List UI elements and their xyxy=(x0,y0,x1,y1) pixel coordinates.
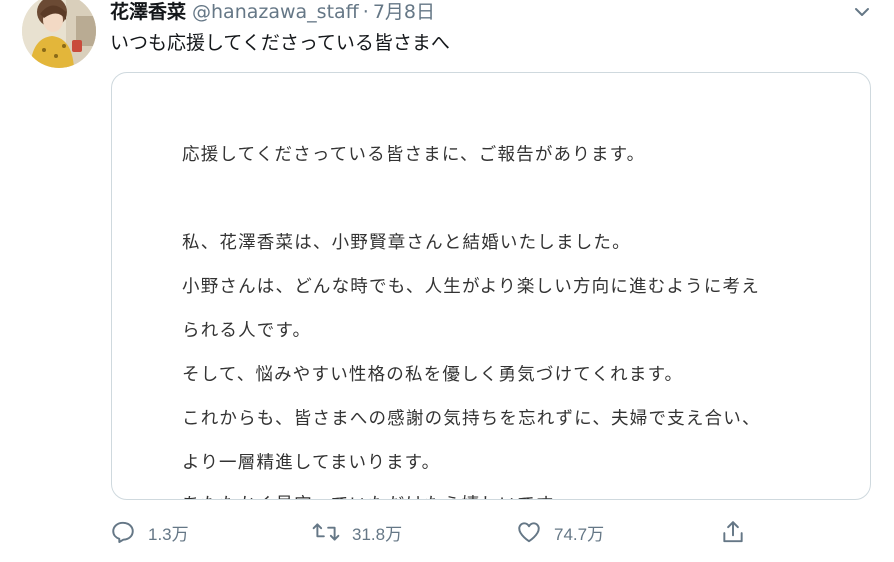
tweet-image[interactable]: 応援してくださっている皆さまに、ご報告があります。 私、花澤香菜は、小野賢章さん… xyxy=(111,72,871,500)
letter-line: 小野さんは、どんな時でも、人生がより楽しい方向に進むように考え xyxy=(182,277,760,297)
tweet-date[interactable]: 7月8日 xyxy=(373,0,435,24)
reply-icon xyxy=(112,521,134,543)
letter-line: あたたかく見守っていただけたら嬉しいです。 xyxy=(182,491,572,499)
letter-line: られる人です。 xyxy=(182,321,312,341)
heart-icon xyxy=(518,522,540,543)
display-name[interactable]: 花澤香菜 xyxy=(110,0,186,24)
reply-count: 1.3万 xyxy=(148,524,189,544)
share-icon xyxy=(723,521,743,543)
retweet-button[interactable]: 31.8万 xyxy=(312,512,402,552)
chevron-down-icon xyxy=(855,8,869,16)
letter-line: これからも、皆さまへの感謝の気持ちを忘れずに、夫婦で支え合い、 xyxy=(182,409,761,429)
letter-line: 応援してくださっている皆さまに、ご報告があります。 xyxy=(182,145,646,165)
like-count: 74.7万 xyxy=(554,524,605,544)
header-separator: · xyxy=(362,1,369,23)
share-button[interactable] xyxy=(720,512,746,552)
profile-photo xyxy=(22,0,96,68)
letter-line: より一層精進してまいります。 xyxy=(182,453,441,473)
tweet-menu-button[interactable] xyxy=(850,0,874,24)
tweet-text: いつも応援してくださっている皆さまへ xyxy=(110,32,450,54)
letter-line: 私、花澤香菜は、小野賢章さんと結婚いたしました。 xyxy=(182,233,631,253)
avatar[interactable] xyxy=(22,0,96,68)
reply-button[interactable]: 1.3万 xyxy=(110,512,189,552)
letter-line: そして、悩みやすい性格の私を優しく勇気づけてくれます。 xyxy=(182,365,684,385)
tweet-header: 花澤香菜 @hanazawa_staff · 7月8日 xyxy=(110,0,435,24)
retweet-icon xyxy=(312,523,340,541)
retweet-count: 31.8万 xyxy=(352,524,403,544)
tweet-actions: 1.3万 31.8万 74.7万 xyxy=(0,512,894,552)
like-button[interactable]: 74.7万 xyxy=(516,512,604,552)
user-handle[interactable]: @hanazawa_staff xyxy=(192,0,359,24)
